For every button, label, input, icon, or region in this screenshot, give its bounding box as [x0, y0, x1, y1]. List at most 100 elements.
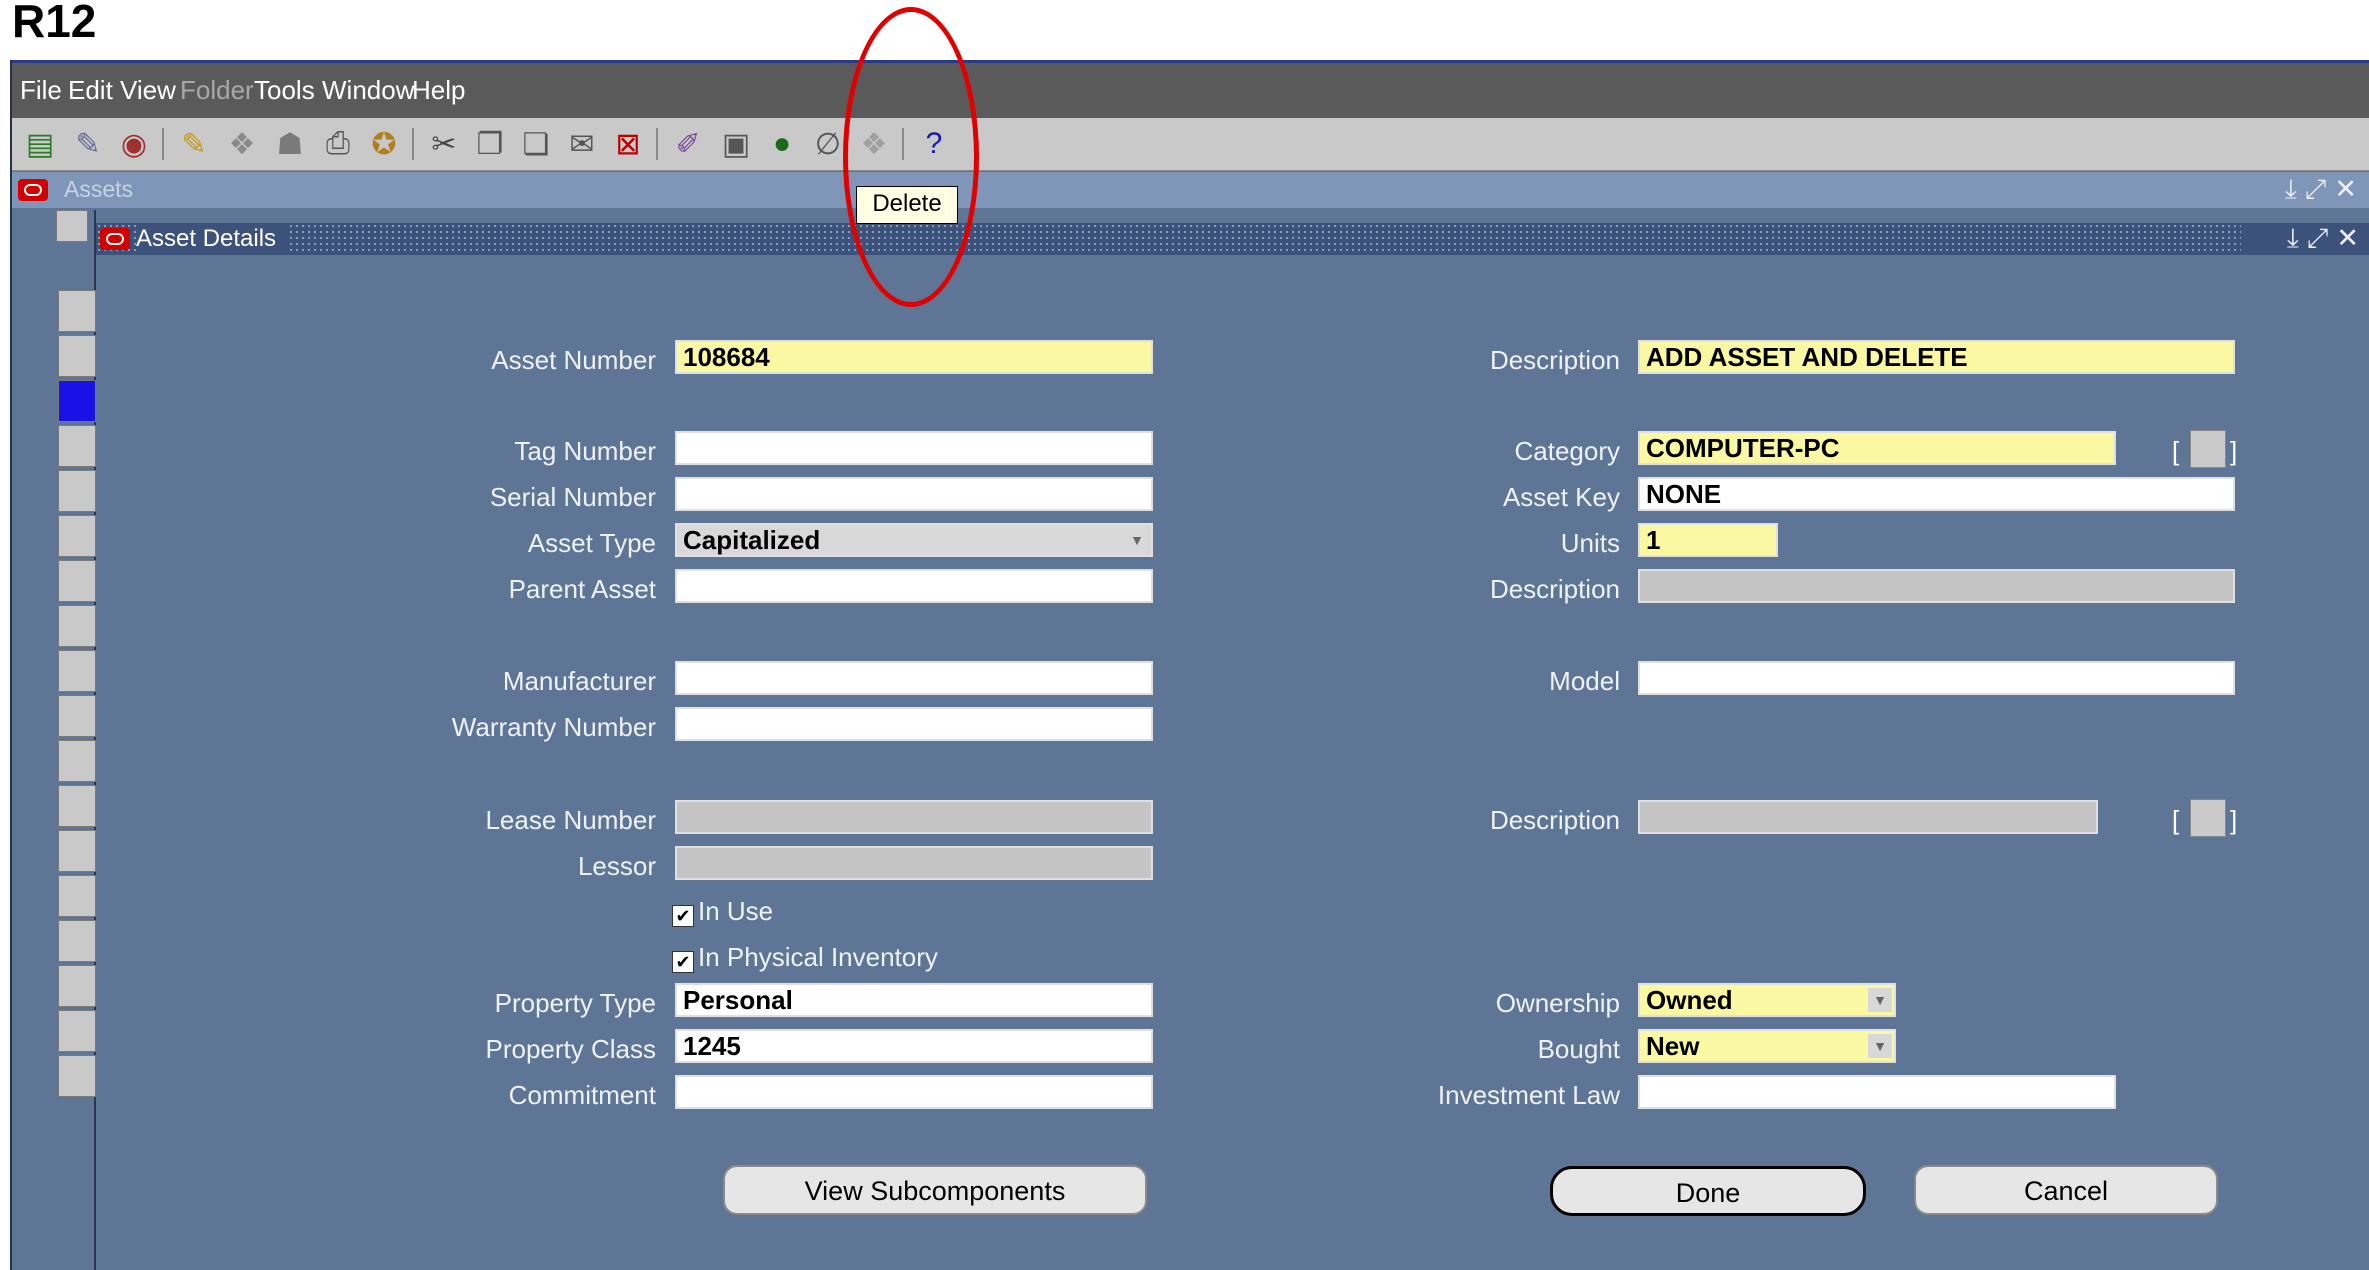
chevron-down-icon[interactable]: ▼	[1868, 988, 1892, 1012]
paste-icon[interactable]: ❏	[518, 127, 554, 161]
view-subcomponents-button[interactable]: View Subcomponents	[723, 1165, 1147, 1215]
category-description-label: Description	[1489, 574, 1620, 604]
side-tab[interactable]	[58, 470, 96, 512]
units-label: Units	[1560, 528, 1620, 558]
in-physical-inventory-checkbox[interactable]: ✔ In Physical Inventory	[672, 942, 938, 973]
assets-window-titlebar: Assets ⤓⤢✕	[12, 172, 2369, 208]
warranty-number-label: Warranty Number	[451, 712, 656, 742]
side-tab[interactable]	[58, 650, 96, 692]
menu-edit[interactable]: Edit	[68, 75, 113, 106]
side-tab[interactable]	[58, 515, 96, 557]
menu-tools[interactable]: Tools	[254, 75, 315, 106]
cancel-button[interactable]: Cancel	[1914, 1165, 2218, 1215]
property-class-field[interactable]: 1245	[675, 1029, 1153, 1063]
chevron-down-icon[interactable]: ▼	[1868, 1034, 1892, 1058]
zoom-icon[interactable]: ▣	[718, 127, 754, 161]
asset-key-field[interactable]: NONE	[1638, 477, 2235, 511]
side-tab[interactable]	[58, 695, 96, 737]
tag-number-field[interactable]	[675, 431, 1153, 465]
new-record-icon[interactable]: ▤	[22, 127, 58, 161]
toolbar-separator	[412, 128, 420, 160]
switch-responsibility-icon[interactable]: ☗	[272, 127, 308, 161]
model-field[interactable]	[1638, 661, 2235, 695]
delete-icon[interactable]: ⊠	[610, 127, 646, 161]
manufacturer-field[interactable]	[675, 661, 1153, 695]
side-tab[interactable]	[58, 1010, 96, 1052]
asset-number-field[interactable]: 108684	[675, 340, 1153, 374]
clear-record-icon[interactable]: ✉	[564, 127, 600, 161]
checkmark-icon: ✔	[672, 905, 694, 927]
category-flexfield-button[interactable]	[2190, 430, 2226, 468]
cut-icon[interactable]: ✂	[426, 127, 462, 161]
units-field[interactable]: 1	[1638, 523, 1778, 557]
side-tab[interactable]	[58, 290, 96, 332]
side-tab[interactable]	[58, 785, 96, 827]
oracle-application-window: File Edit View Folder Tools Window Help …	[10, 60, 2369, 1270]
side-tab[interactable]	[58, 335, 96, 377]
property-type-field[interactable]: Personal	[675, 983, 1153, 1017]
parent-asset-label: Parent Asset	[508, 574, 656, 604]
parent-asset-field[interactable]	[675, 569, 1153, 603]
done-button[interactable]: Done	[1550, 1166, 1866, 1216]
menu-bar: File Edit View Folder Tools Window Help	[12, 60, 2369, 121]
category-label: Category	[1514, 436, 1621, 466]
description-field[interactable]: ADD ASSET AND DELETE	[1638, 340, 2235, 374]
description-label: Description	[1489, 345, 1620, 375]
side-tab[interactable]	[58, 875, 96, 917]
find-icon[interactable]: ✎	[70, 127, 106, 161]
asset-details-title: Asset Details	[136, 223, 291, 255]
manufacturer-label: Manufacturer	[502, 666, 656, 696]
attachments-icon[interactable]: ∅	[810, 127, 846, 161]
commitment-field[interactable]	[675, 1075, 1153, 1109]
menu-window[interactable]: Window	[322, 75, 414, 106]
lessor-field	[675, 846, 1153, 880]
copy-icon[interactable]: ❐	[472, 127, 508, 161]
side-tab[interactable]	[58, 920, 96, 962]
lease-flexfield-button[interactable]	[2190, 799, 2226, 837]
side-tab[interactable]	[58, 740, 96, 782]
serial-number-label: Serial Number	[489, 482, 656, 512]
in-use-label: In Use	[698, 896, 774, 926]
commitment-label: Commitment	[508, 1080, 656, 1110]
asset-type-select[interactable]: Capitalized ▼	[675, 523, 1153, 557]
assets-window-controls-icon[interactable]: ⤓⤢✕	[2285, 174, 2365, 206]
side-tab[interactable]	[58, 425, 96, 467]
side-tab-active[interactable]	[58, 380, 96, 422]
serial-number-field[interactable]	[675, 477, 1153, 511]
edit-field-icon[interactable]: ✐	[670, 127, 706, 161]
menu-view[interactable]: View	[120, 75, 176, 106]
save-icon[interactable]: ✎	[176, 127, 212, 161]
bought-select[interactable]: New ▼	[1638, 1029, 1896, 1063]
ownership-select[interactable]: Owned ▼	[1638, 983, 1896, 1017]
warranty-number-field[interactable]	[675, 707, 1153, 741]
side-tab[interactable]	[58, 1055, 96, 1097]
menu-folder[interactable]: Folder	[180, 75, 254, 106]
chevron-down-icon[interactable]: ▼	[1125, 528, 1149, 552]
side-tab[interactable]	[58, 560, 96, 602]
category-field[interactable]: COMPUTER-PC	[1638, 431, 2116, 465]
dialog-window-controls-icon[interactable]: ⤓⤢✕	[2287, 223, 2367, 255]
side-tab[interactable]	[58, 605, 96, 647]
menu-file[interactable]: File	[20, 75, 62, 106]
navigator-icon[interactable]: ◉	[116, 127, 152, 161]
folder-tab-icon[interactable]	[56, 210, 88, 242]
next-step-icon[interactable]: ❖	[224, 127, 260, 161]
asset-type-label: Asset Type	[527, 528, 656, 558]
in-use-checkbox[interactable]: ✔ In Use	[672, 896, 773, 927]
investment-law-label: Investment Law	[1437, 1080, 1620, 1110]
model-label: Model	[1549, 666, 1620, 696]
print-icon[interactable]: ⎙	[320, 127, 356, 161]
category-description-field	[1638, 569, 2235, 603]
translations-icon[interactable]: ●	[764, 127, 800, 161]
in-physical-inventory-label: In Physical Inventory	[698, 942, 938, 972]
property-class-label: Property Class	[485, 1034, 657, 1064]
close-form-icon[interactable]: ✪	[366, 127, 402, 161]
lease-number-label: Lease Number	[485, 805, 656, 835]
side-tab[interactable]	[58, 965, 96, 1007]
oracle-logo-icon	[18, 179, 48, 201]
menu-help[interactable]: Help	[412, 75, 465, 106]
lease-description-label: Description	[1489, 805, 1620, 835]
side-tab[interactable]	[58, 830, 96, 872]
investment-law-field[interactable]	[1638, 1075, 2116, 1109]
slide-title: R12	[12, 0, 97, 47]
